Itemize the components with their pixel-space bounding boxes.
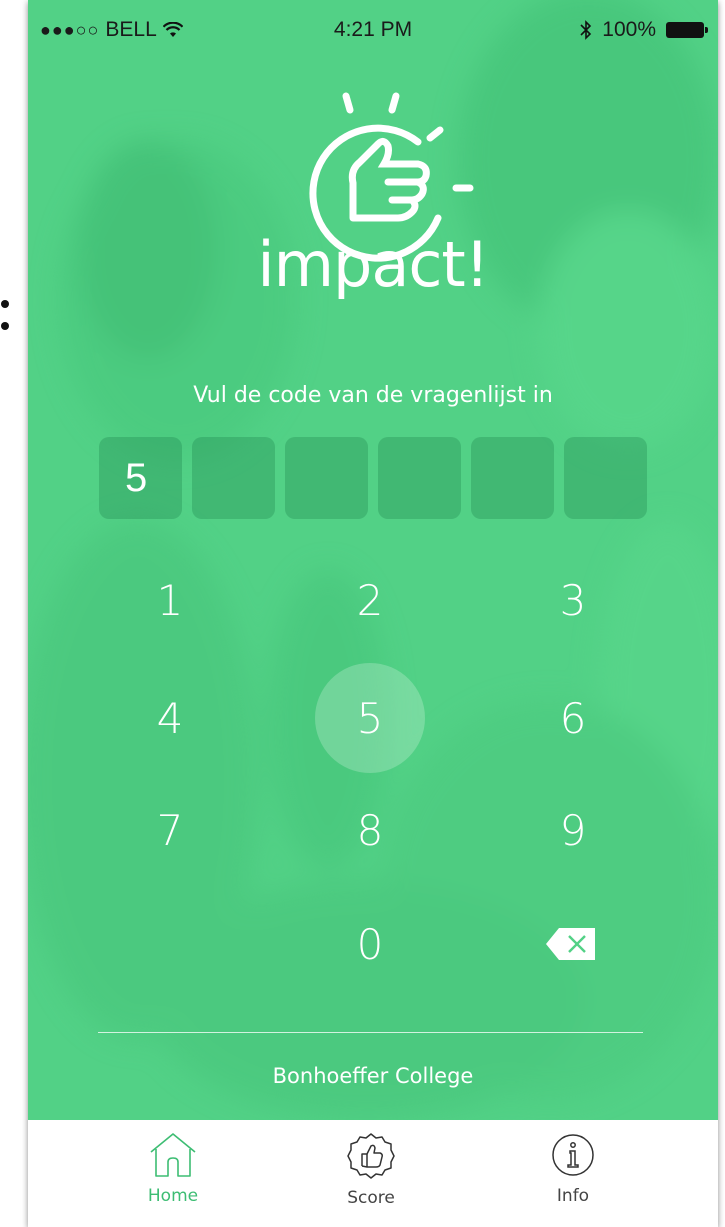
battery-percentage: 100% [602,18,656,41]
thumbs-up-badge-icon [347,1133,395,1179]
brand-name: impact! [257,228,489,301]
school-name: Bonhoeffer College [272,1064,474,1088]
tab-info[interactable]: Info [513,1120,633,1227]
keypad-key-9[interactable]: 9 [518,775,628,885]
app-screen: ●●●○○ BELL 4:21 PM 100% impact! Vul de c… [28,0,718,1120]
home-icon [150,1133,196,1177]
keypad-key-5[interactable]: 5 [315,663,425,773]
tab-bar: Home Score Info [28,1120,718,1227]
info-icon [552,1134,594,1176]
divider [98,1032,643,1033]
code-digit-box[interactable] [192,437,275,519]
code-digit-box[interactable] [564,437,647,519]
backspace-icon [546,928,595,960]
keypad-key-0[interactable]: 0 [315,889,425,999]
keypad-key-2[interactable]: 2 [315,545,425,655]
keypad-key-6[interactable]: 6 [518,663,628,773]
page: ●●●○○ BELL 4:21 PM 100% impact! Vul de c… [0,0,725,1227]
code-digit-box[interactable] [471,437,554,519]
keypad-key-8[interactable]: 8 [315,775,425,885]
stray-dot [1,300,9,308]
code-input[interactable]: 5 [99,437,647,519]
tab-label: Home [147,1186,199,1206]
keypad-key-1[interactable]: 1 [115,545,225,655]
battery-icon [666,22,708,38]
tab-home[interactable]: Home [113,1120,233,1227]
status-right: 100% [580,18,708,42]
code-digit-box[interactable] [285,437,368,519]
bluetooth-icon [580,20,592,40]
tab-label: Info [556,1186,590,1206]
status-bar: ●●●○○ BELL 4:21 PM 100% [28,0,718,60]
stray-dot [1,322,9,330]
phone-frame: ●●●○○ BELL 4:21 PM 100% impact! Vul de c… [28,0,718,1227]
code-prompt: Vul de code van de vragenlijst in [193,383,553,408]
tab-score[interactable]: Score [311,1120,431,1227]
keypad-key-7[interactable]: 7 [115,775,225,885]
keypad-key-4[interactable]: 4 [115,663,225,773]
tab-label: Score [347,1188,395,1208]
code-digit-box[interactable]: 5 [99,437,182,519]
backspace-button[interactable] [531,914,611,974]
code-digit-box[interactable] [378,437,461,519]
keypad-key-3[interactable]: 3 [518,545,628,655]
